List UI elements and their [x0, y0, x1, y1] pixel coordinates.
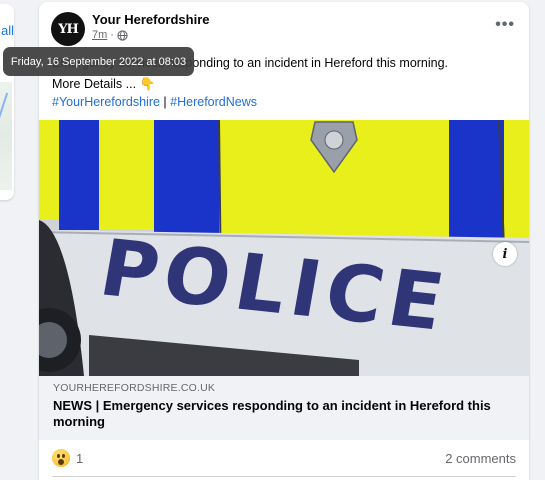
police-car-photo: POLICE	[39, 120, 529, 376]
hashtag-separator: |	[163, 95, 167, 109]
info-icon[interactable]: i	[493, 242, 517, 266]
timestamp-tooltip: Friday, 16 September 2022 at 08:03	[3, 47, 194, 76]
link-title[interactable]: NEWS | Emergency services responding to …	[53, 398, 515, 430]
reaction-count[interactable]: 1	[76, 451, 83, 466]
hashtag-yourherefordshire[interactable]: #YourHerefordshire	[52, 95, 160, 109]
left-sidebar-card: all	[0, 4, 14, 200]
hashtags: #YourHerefordshire | #HerefordNews	[52, 95, 257, 109]
mini-map-thumbnail[interactable]	[0, 82, 12, 190]
post-timestamp[interactable]: 7m	[92, 29, 107, 41]
wow-reaction-icon[interactable]	[52, 449, 70, 467]
post-text-more-details: More Details ... 👇	[52, 77, 156, 91]
comments-count[interactable]: 2 comments	[445, 451, 516, 466]
page-avatar[interactable]: YH	[51, 12, 85, 46]
link-preview-image[interactable]: POLICE	[39, 120, 529, 376]
divider	[52, 476, 516, 477]
globe-icon	[117, 29, 128, 41]
link-domain: YOURHEREFORDSHIRE.CO.UK	[53, 382, 216, 394]
more-options-button[interactable]: •••	[495, 16, 515, 34]
post-meta: 7m ·	[92, 29, 128, 41]
hashtag-herefordnews[interactable]: #HerefordNews	[170, 95, 257, 109]
reactions-row: 1 2 comments	[39, 440, 529, 476]
meta-separator: ·	[110, 29, 114, 41]
page-name-link[interactable]: Your Herefordshire	[92, 12, 210, 27]
see-all-link[interactable]: all	[1, 23, 14, 38]
link-preview[interactable]: YOURHEREFORDSHIRE.CO.UK NEWS | Emergency…	[39, 376, 529, 440]
